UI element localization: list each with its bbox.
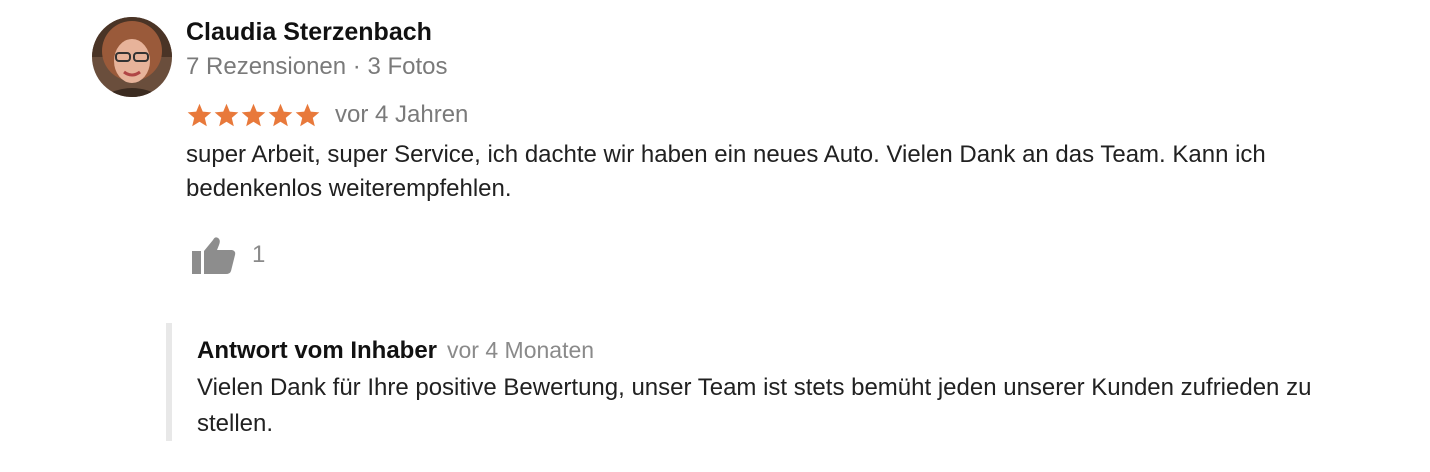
owner-response: Antwort vom Inhaber vor 4 Monaten Vielen… <box>166 323 1392 441</box>
star-icon <box>268 103 293 126</box>
star-rating <box>186 102 321 129</box>
like-count: 1 <box>252 241 266 268</box>
star-icon <box>214 103 239 126</box>
reviewer-avatar[interactable] <box>92 17 172 97</box>
like-button[interactable]: 1 <box>190 234 265 276</box>
review-card: Claudia Sterzenbach 7 Rezensionen · 3 Fo… <box>0 0 1430 472</box>
avatar-photo <box>92 17 172 97</box>
review-date: vor 4 Jahren <box>335 101 469 128</box>
reviewer-name[interactable]: Claudia Sterzenbach <box>186 18 432 47</box>
owner-response-title: Antwort vom Inhaber <box>197 337 438 364</box>
star-icon <box>241 103 266 126</box>
rating-row: vor 4 Jahren <box>186 98 468 132</box>
reviewer-meta: 7 Rezensionen · 3 Fotos <box>186 53 448 80</box>
owner-response-header: Antwort vom Inhaber vor 4 Monaten <box>197 337 594 365</box>
review-text: super Arbeit, super Service, ich dachte … <box>186 141 1266 202</box>
star-icon <box>187 103 212 126</box>
thumbs-up-icon[interactable] <box>190 234 238 276</box>
star-icon <box>295 103 320 126</box>
owner-response-text: Vielen Dank für Ihre positive Bewertung,… <box>197 374 1312 437</box>
owner-response-date: vor 4 Monaten <box>447 337 595 363</box>
